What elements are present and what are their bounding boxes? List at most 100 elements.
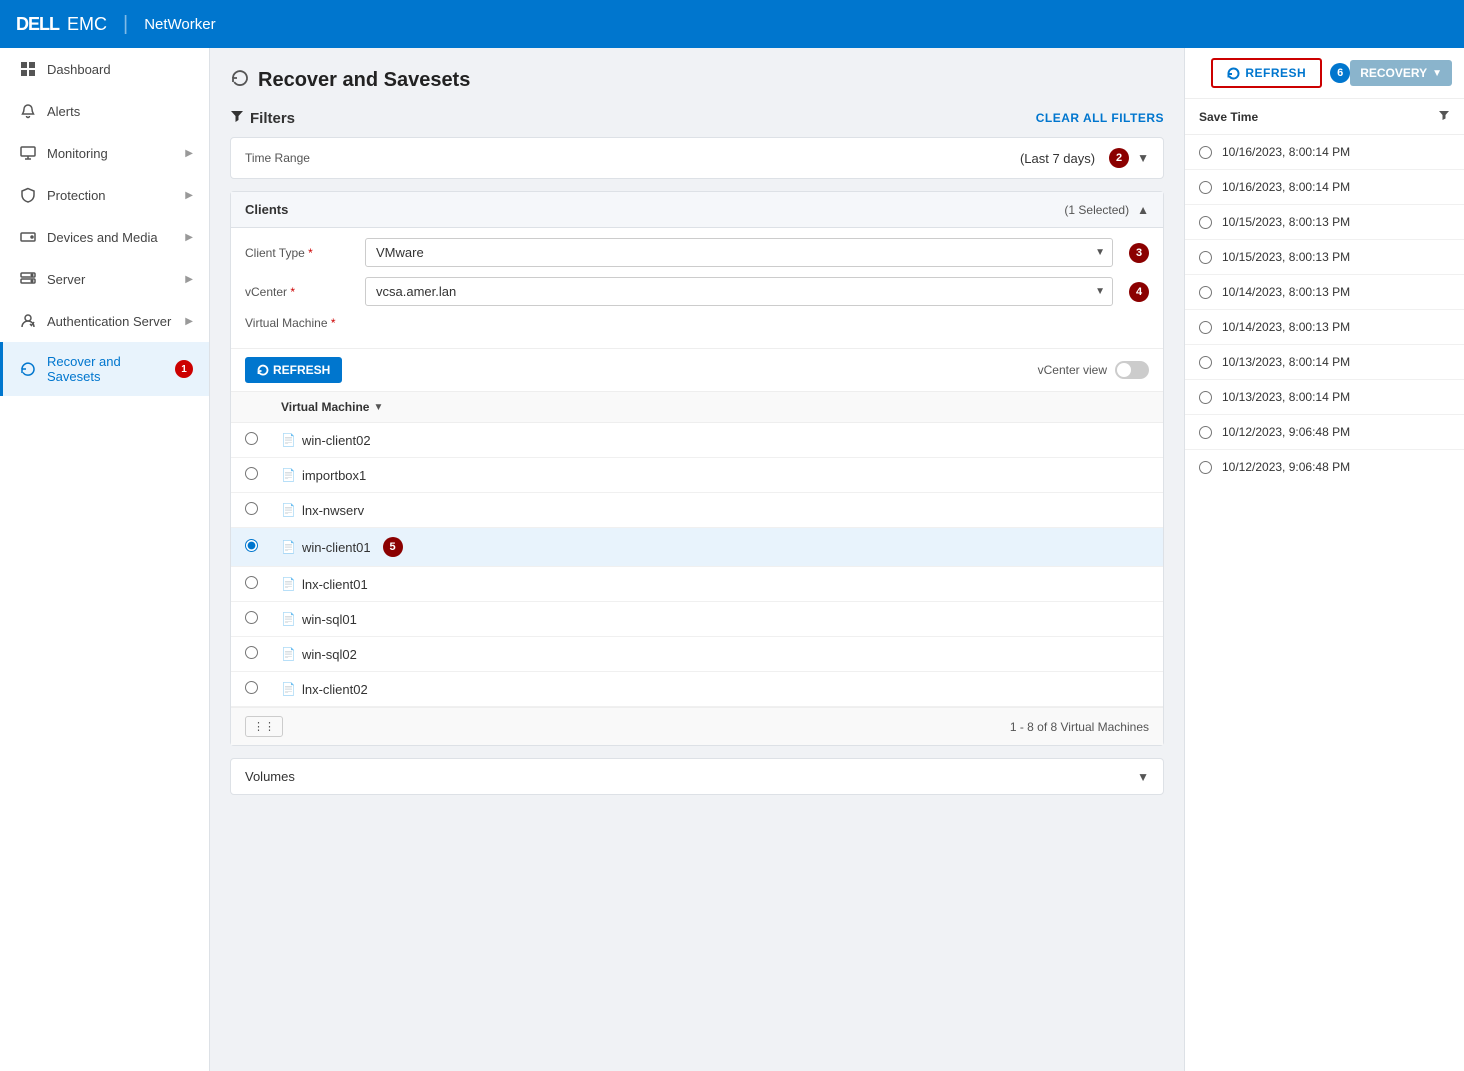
filter-icon xyxy=(230,109,244,127)
save-time-radio-1[interactable] xyxy=(1199,146,1212,159)
volumes-label: Volumes xyxy=(245,769,1137,784)
save-time-value-2: 10/16/2023, 8:00:14 PM xyxy=(1222,180,1350,194)
sidebar-label-recover-savesets: Recover and Savesets xyxy=(47,354,165,384)
sidebar-label-devices-media: Devices and Media xyxy=(47,230,175,245)
client-type-row: Client Type * VMware ▼ 3 xyxy=(245,238,1149,267)
client-type-select[interactable]: VMware xyxy=(365,238,1113,267)
save-time-value-3: 10/15/2023, 8:00:13 PM xyxy=(1222,215,1350,229)
page-title-area: Recover and Savesets xyxy=(230,68,1164,93)
save-time-radio-3[interactable] xyxy=(1199,216,1212,229)
save-time-radio-10[interactable] xyxy=(1199,461,1212,474)
time-range-expand-icon[interactable]: ▼ xyxy=(1137,151,1149,165)
win-client01-step-badge: 5 xyxy=(383,537,403,557)
save-time-value-4: 10/15/2023, 8:00:13 PM xyxy=(1222,250,1350,264)
save-time-row: 10/15/2023, 8:00:13 PM xyxy=(1185,240,1464,275)
save-time-value-8: 10/13/2023, 8:00:14 PM xyxy=(1222,390,1350,404)
client-type-area: Client Type * VMware ▼ 3 xyxy=(231,228,1163,349)
vm-radio-win-client02[interactable] xyxy=(245,432,258,445)
save-time-radio-6[interactable] xyxy=(1199,321,1212,334)
pagination-info: 1 - 8 of 8 Virtual Machines xyxy=(1010,720,1149,734)
sidebar-item-server[interactable]: Server ▶ xyxy=(0,258,209,300)
save-time-row: 10/16/2023, 8:00:14 PM xyxy=(1185,170,1464,205)
sidebar-item-protection[interactable]: Protection ▶ xyxy=(0,174,209,216)
table-row: 📄 win-sql02 xyxy=(231,637,1163,672)
save-time-radio-5[interactable] xyxy=(1199,286,1212,299)
vm-name: win-client01 xyxy=(302,540,371,555)
table-row: 📄 lnx-client02 xyxy=(231,672,1163,707)
save-times-list: 10/16/2023, 8:00:14 PM 10/16/2023, 8:00:… xyxy=(1185,135,1464,1071)
refresh-button[interactable]: REFRESH xyxy=(1211,58,1322,88)
vcenter-view-switch[interactable] xyxy=(1115,361,1149,379)
sidebar-item-monitoring[interactable]: Monitoring ▶ xyxy=(0,132,209,174)
sidebar-label-alerts: Alerts xyxy=(47,104,193,119)
filters-header: Filters CLEAR ALL FILTERS xyxy=(230,109,1164,127)
save-time-radio-8[interactable] xyxy=(1199,391,1212,404)
vm-name: win-sql01 xyxy=(302,612,357,627)
sidebar-item-auth-server[interactable]: Authentication Server ▶ xyxy=(0,300,209,342)
vm-icon: 📄 xyxy=(281,612,296,626)
volumes-expand-icon[interactable]: ▼ xyxy=(1137,770,1149,784)
vm-table-header: Virtual Machine ▼ xyxy=(231,392,1163,423)
brand-logo: DELL EMC xyxy=(16,14,107,35)
save-time-header: Save Time xyxy=(1185,99,1464,135)
save-time-radio-2[interactable] xyxy=(1199,181,1212,194)
bell-icon xyxy=(19,102,37,120)
sidebar-item-alerts[interactable]: Alerts xyxy=(0,90,209,132)
vm-radio-win-sql02[interactable] xyxy=(245,646,258,659)
sidebar-item-devices-media[interactable]: Devices and Media ▶ xyxy=(0,216,209,258)
sidebar-label-server: Server xyxy=(47,272,175,287)
vm-radio-lnx-client02[interactable] xyxy=(245,681,258,694)
vcenter-label: vCenter * xyxy=(245,285,355,299)
time-range-filter: Time Range (Last 7 days) 2 ▼ xyxy=(230,137,1164,179)
dell-text: DELL xyxy=(16,14,59,35)
monitor-icon xyxy=(19,144,37,162)
sidebar-item-dashboard[interactable]: Dashboard xyxy=(0,48,209,90)
recovery-count-badge: 6 xyxy=(1330,63,1350,83)
save-time-filter-icon[interactable] xyxy=(1438,109,1450,124)
table-row: 📄 lnx-client01 xyxy=(231,567,1163,602)
header-divider: | xyxy=(123,13,128,36)
vm-radio-win-client01[interactable] xyxy=(245,539,258,552)
save-time-value-6: 10/14/2023, 8:00:13 PM xyxy=(1222,320,1350,334)
vm-radio-importbox1[interactable] xyxy=(245,467,258,480)
recovery-button[interactable]: RECOVERY ▼ xyxy=(1350,60,1452,86)
vm-icon: 📄 xyxy=(281,540,296,554)
vm-icon: 📄 xyxy=(281,433,296,447)
vm-name: win-sql02 xyxy=(302,647,357,662)
sidebar: Dashboard Alerts Monitoring ▶ Protection… xyxy=(0,48,210,1071)
save-time-row: 10/14/2023, 8:00:13 PM xyxy=(1185,310,1464,345)
save-time-value-1: 10/16/2023, 8:00:14 PM xyxy=(1222,145,1350,159)
sidebar-item-recover-savesets[interactable]: Recover and Savesets 1 xyxy=(0,342,209,396)
clients-collapse-icon[interactable]: ▲ xyxy=(1137,203,1149,217)
save-time-radio-4[interactable] xyxy=(1199,251,1212,264)
vm-name-filter-icon[interactable]: ▼ xyxy=(373,402,383,413)
time-range-step-badge: 2 xyxy=(1109,148,1129,168)
save-time-value-7: 10/13/2023, 8:00:14 PM xyxy=(1222,355,1350,369)
vm-radio-win-sql01[interactable] xyxy=(245,611,258,624)
vm-radio-lnx-client01[interactable] xyxy=(245,576,258,589)
clients-filter: Clients (1 Selected) ▲ Client Type * VMw… xyxy=(230,191,1164,746)
save-time-value-9: 10/12/2023, 9:06:48 PM xyxy=(1222,425,1350,439)
emc-text: EMC xyxy=(67,14,107,35)
vm-controls-left: REFRESH xyxy=(245,357,342,383)
vm-name-header: Virtual Machine ▼ xyxy=(281,400,1149,414)
save-time-radio-9[interactable] xyxy=(1199,426,1212,439)
chevron-right-icon: ▶ xyxy=(185,190,193,201)
save-time-row: 10/13/2023, 8:00:14 PM xyxy=(1185,345,1464,380)
grid-icon xyxy=(19,60,37,78)
vm-name: lnx-nwserv xyxy=(302,503,364,518)
sidebar-label-protection: Protection xyxy=(47,188,175,203)
vm-radio-lnx-nwserv[interactable] xyxy=(245,502,258,515)
clients-selected: (1 Selected) xyxy=(1064,203,1129,217)
vm-table-controls: REFRESH vCenter view xyxy=(231,349,1163,392)
vcenter-select[interactable]: vcsa.amer.lan xyxy=(365,277,1113,306)
table-row: 📄 win-client02 xyxy=(231,423,1163,458)
column-toggle-button[interactable]: ⋮⋮ xyxy=(245,716,283,737)
vm-refresh-button[interactable]: REFRESH xyxy=(245,357,342,383)
clear-all-filters-button[interactable]: CLEAR ALL FILTERS xyxy=(1036,111,1164,125)
vcenter-row: vCenter * vcsa.amer.lan ▼ 4 xyxy=(245,277,1149,306)
filters-label: Filters xyxy=(250,110,295,127)
time-range-row: Time Range (Last 7 days) 2 ▼ xyxy=(231,138,1163,178)
save-time-radio-7[interactable] xyxy=(1199,356,1212,369)
vcenter-step-badge: 4 xyxy=(1129,282,1149,302)
